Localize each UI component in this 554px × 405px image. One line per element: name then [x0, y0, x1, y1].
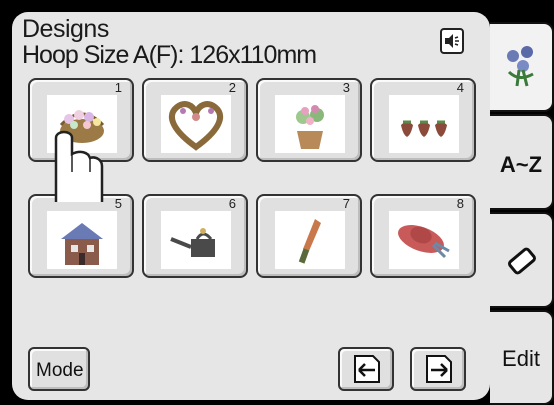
design-number: 3 [342, 80, 350, 95]
design-number: 1 [114, 80, 122, 95]
flower-pot-icon [275, 95, 345, 153]
page-title: Designs [22, 15, 109, 43]
heart-wreath-icon [161, 95, 231, 153]
design-button-2[interactable]: 2 [142, 78, 248, 162]
flowers-tab-icon [499, 42, 543, 97]
design-number: 6 [228, 196, 236, 211]
next-page-button[interactable] [410, 347, 466, 391]
design-button-7[interactable]: 7 [256, 194, 362, 278]
eraser-icon [504, 244, 540, 285]
trowel-icon [275, 211, 345, 269]
mode-button[interactable]: Mode [28, 347, 90, 391]
prev-page-button[interactable] [338, 347, 394, 391]
design-button-3[interactable]: 3 [256, 78, 362, 162]
tab-a-z-label: A~Z [499, 152, 543, 177]
design-number: 7 [342, 196, 350, 211]
hoop-size-label: Hoop Size A(F): 126x110mm [22, 41, 317, 69]
design-number: 2 [228, 80, 236, 95]
design-number: 5 [114, 196, 122, 211]
strawberries-icon [389, 95, 459, 153]
screen: Designs Hoop Size A(F): 126x110mm 1 2 3 … [0, 0, 554, 405]
pointing-hand-icon [40, 128, 104, 207]
tab-a-z[interactable]: A~Z [490, 114, 554, 210]
straw-hat-icon [389, 211, 459, 269]
mode-button-label: Mode [36, 360, 84, 381]
design-button-6[interactable]: 6 [142, 194, 248, 278]
watering-can-icon [161, 211, 231, 269]
speaker-icon[interactable] [440, 28, 464, 54]
tab-eraser[interactable] [490, 212, 554, 308]
house-icon [47, 211, 117, 269]
page-left-icon [354, 355, 380, 383]
design-button-4[interactable]: 4 [370, 78, 476, 162]
design-number: 4 [456, 80, 464, 95]
design-button-8[interactable]: 8 [370, 194, 476, 278]
design-number: 8 [456, 196, 464, 211]
page-right-icon [426, 355, 452, 383]
tab-edit-label: Edit [502, 346, 540, 371]
tab-designs[interactable] [490, 22, 554, 112]
tab-edit[interactable]: Edit [490, 310, 554, 405]
